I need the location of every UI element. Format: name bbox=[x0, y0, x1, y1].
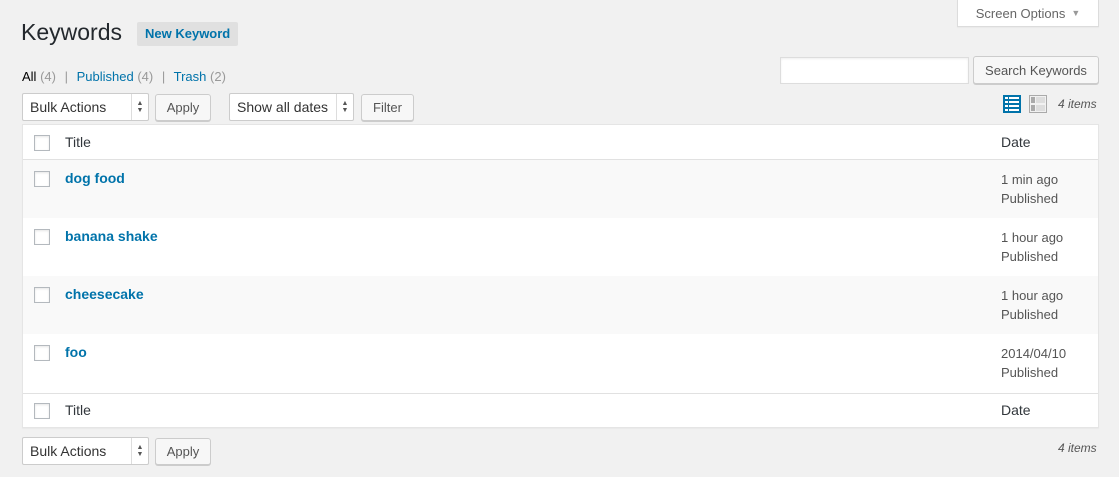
select-arrows-icon: ▲ ▼ bbox=[336, 94, 353, 120]
dates-select[interactable]: Show all dates ▲ ▼ bbox=[229, 93, 354, 121]
column-title[interactable]: Title bbox=[65, 134, 91, 150]
table-row: dog food 1 min ago Published bbox=[23, 160, 1098, 218]
bulk-actions-value-bottom: Bulk Actions bbox=[30, 443, 107, 459]
row-title-link[interactable]: dog food bbox=[65, 170, 125, 186]
row-date-value: 1 hour ago bbox=[1001, 288, 1064, 303]
filter-trash-count: (2) bbox=[210, 69, 226, 84]
select-all-checkbox-footer[interactable] bbox=[34, 403, 50, 419]
excerpt-view-icon[interactable] bbox=[1029, 95, 1047, 113]
displaying-num: 4 items bbox=[1058, 97, 1097, 111]
row-checkbox[interactable] bbox=[34, 229, 50, 245]
row-date: 1 hour ago Published bbox=[1001, 228, 1063, 266]
bulk-actions-value: Bulk Actions bbox=[30, 99, 107, 115]
row-date-value: 2014/04/10 bbox=[1001, 346, 1067, 361]
row-title-link[interactable]: foo bbox=[65, 344, 87, 360]
table-footer: Title Date bbox=[23, 393, 1098, 428]
list-view-icon[interactable] bbox=[1003, 95, 1021, 113]
filter-published[interactable]: Published bbox=[77, 69, 134, 84]
status-filters: All (4) | Published (4) | Trash (2) bbox=[22, 69, 226, 84]
table-row: foo 2014/04/10 Published bbox=[23, 334, 1098, 392]
caret-down-icon: ▼ bbox=[1071, 8, 1081, 18]
row-date: 1 hour ago Published bbox=[1001, 286, 1063, 324]
row-status: Published bbox=[1001, 191, 1059, 206]
displaying-num-bottom: 4 items bbox=[1058, 441, 1097, 455]
filter-all-count: (4) bbox=[40, 69, 56, 84]
dates-value: Show all dates bbox=[237, 99, 329, 115]
row-title-link[interactable]: cheesecake bbox=[65, 286, 144, 302]
page-title: Keywords bbox=[21, 19, 122, 45]
row-status: Published bbox=[1001, 249, 1059, 264]
filter-published-count: (4) bbox=[137, 69, 154, 84]
row-date: 1 min ago Published bbox=[1001, 170, 1058, 208]
row-status: Published bbox=[1001, 365, 1059, 380]
bulk-actions-select[interactable]: Bulk Actions ▲ ▼ bbox=[22, 93, 149, 121]
table-header: Title Date bbox=[23, 125, 1098, 160]
table-row: cheesecake 1 hour ago Published bbox=[23, 276, 1098, 334]
select-arrows-icon: ▲ ▼ bbox=[131, 438, 148, 464]
row-status: Published bbox=[1001, 307, 1059, 322]
new-keyword-button[interactable]: New Keyword bbox=[137, 22, 239, 46]
column-title-footer[interactable]: Title bbox=[65, 402, 91, 418]
filter-button[interactable]: Filter bbox=[361, 94, 414, 121]
row-title-link[interactable]: banana shake bbox=[65, 228, 158, 244]
row-date-value: 1 hour ago bbox=[1001, 230, 1064, 245]
row-checkbox[interactable] bbox=[34, 287, 50, 303]
filter-trash[interactable]: Trash bbox=[174, 69, 207, 84]
search-keywords-button[interactable]: Search Keywords bbox=[973, 56, 1099, 84]
row-date-value: 1 min ago bbox=[1001, 172, 1059, 187]
separator: | bbox=[64, 69, 68, 84]
screen-options-label: Screen Options bbox=[975, 5, 1066, 21]
separator: | bbox=[161, 69, 166, 84]
row-checkbox[interactable] bbox=[34, 171, 50, 187]
keywords-table: Title Date dog food 1 min ago Published … bbox=[22, 124, 1099, 428]
row-checkbox[interactable] bbox=[34, 345, 50, 361]
apply-button-bottom[interactable]: Apply bbox=[155, 438, 211, 465]
column-date[interactable]: Date bbox=[1001, 134, 1031, 150]
search-input[interactable] bbox=[780, 57, 969, 84]
screen-options-button[interactable]: Screen Options ▼ bbox=[957, 0, 1099, 27]
bulk-actions-select-bottom[interactable]: Bulk Actions ▲ ▼ bbox=[22, 437, 149, 465]
row-date: 2014/04/10 Published bbox=[1001, 344, 1066, 382]
select-arrows-icon: ▲ ▼ bbox=[131, 94, 148, 120]
apply-button[interactable]: Apply bbox=[155, 94, 211, 121]
column-date-footer[interactable]: Date bbox=[1001, 402, 1031, 418]
select-all-checkbox[interactable] bbox=[34, 135, 50, 151]
filter-all[interactable]: All bbox=[22, 69, 36, 84]
table-row: banana shake 1 hour ago Published bbox=[23, 218, 1098, 276]
